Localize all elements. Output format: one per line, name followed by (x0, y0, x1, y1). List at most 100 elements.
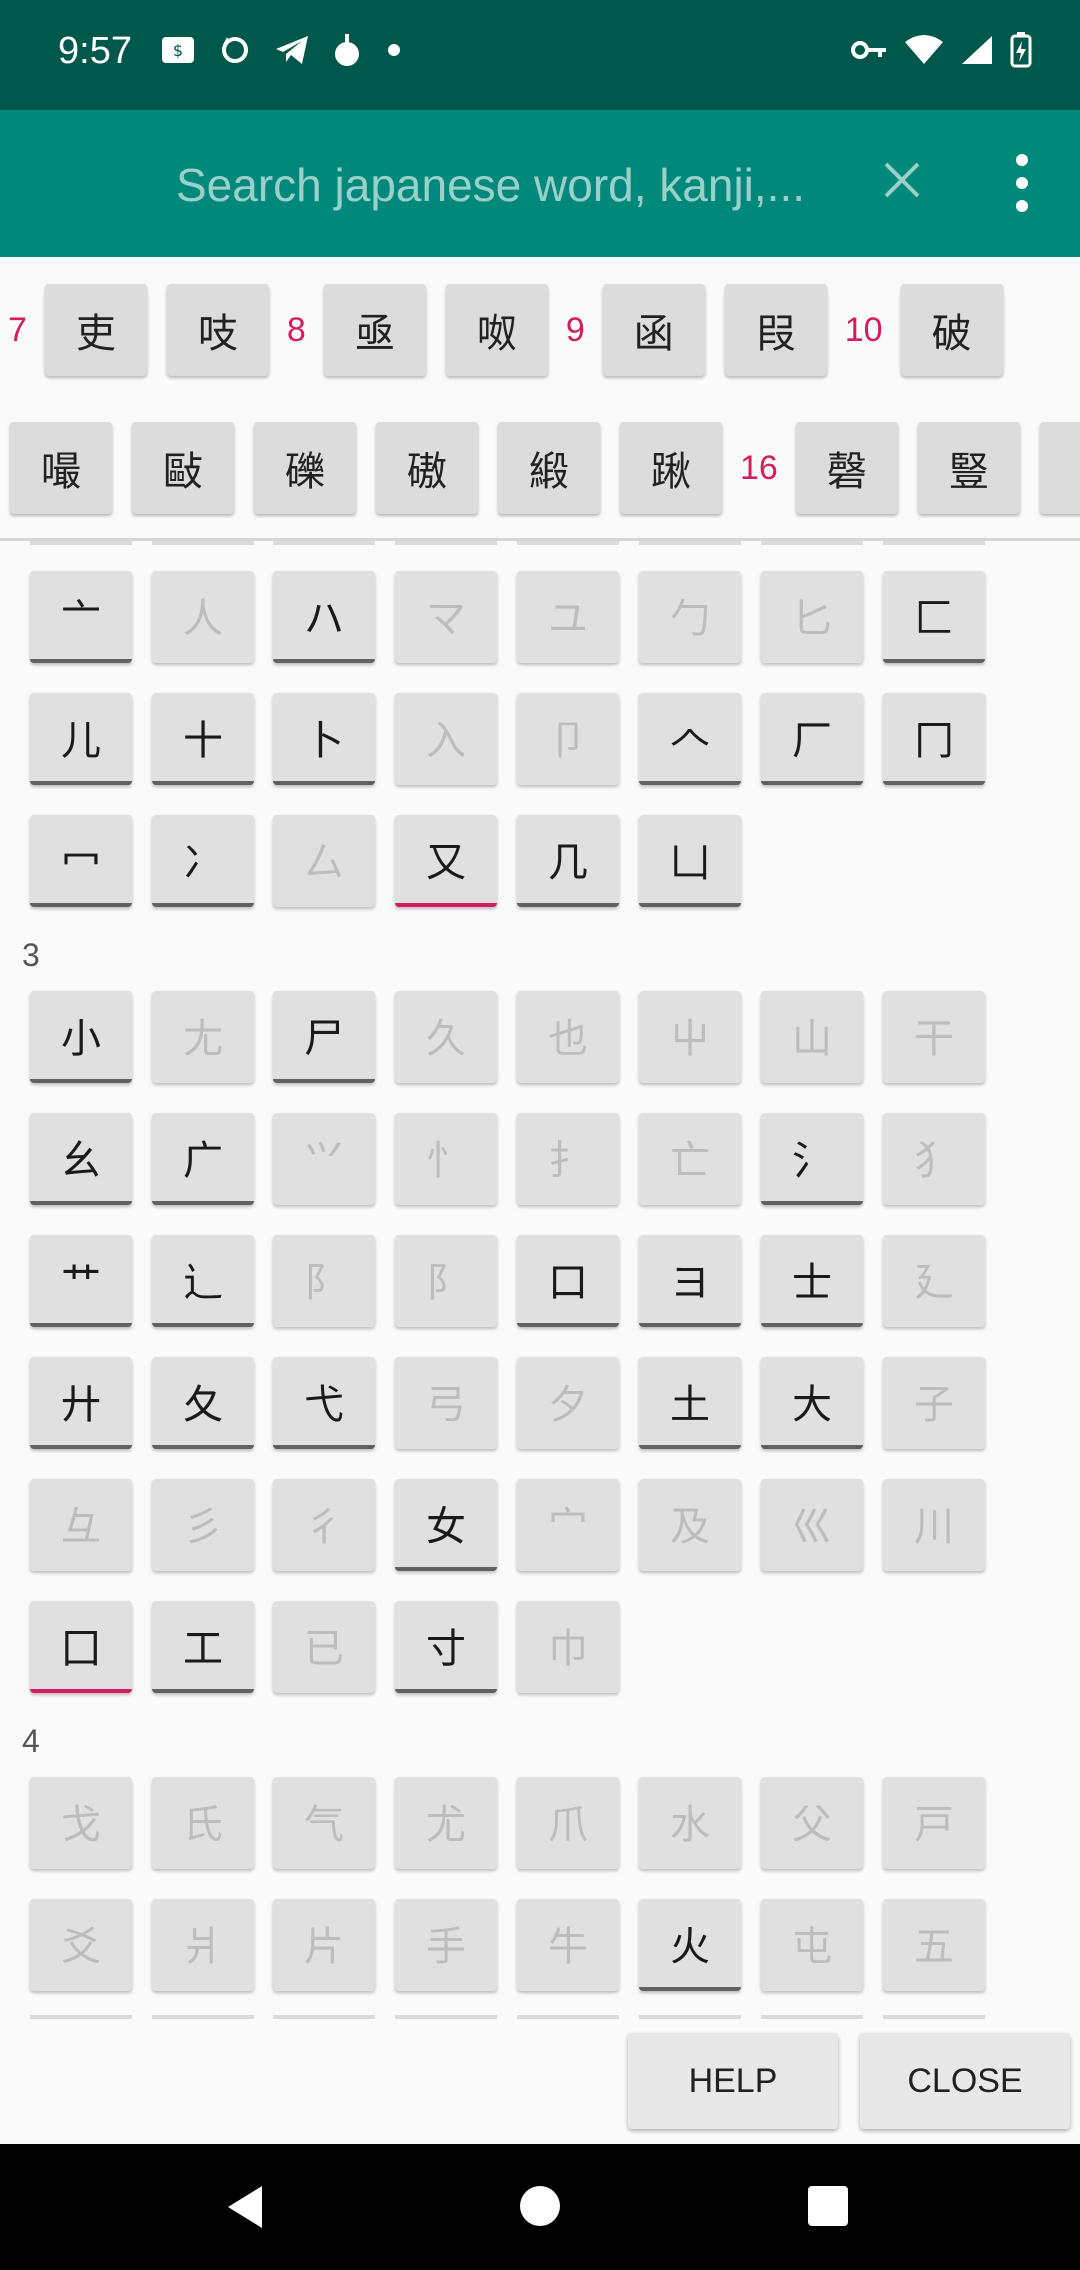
radical-button[interactable]: 人 (152, 571, 254, 663)
kanji-result-button[interactable]: 磬 (795, 422, 898, 514)
radical-button[interactable]: 忄 (395, 1113, 497, 1205)
radical-button[interactable]: 尸 (273, 991, 375, 1083)
radical-button[interactable]: 匚 (883, 571, 985, 663)
radical-button[interactable]: 尢 (152, 991, 254, 1083)
radical-button[interactable]: 彳 (273, 1479, 375, 1571)
radical-button[interactable]: 士 (761, 1235, 863, 1327)
kanji-result-button[interactable]: 緞 (498, 422, 600, 514)
radical-button[interactable]: 冖 (30, 815, 132, 907)
kanji-result-button[interactable]: 嘬 (10, 422, 112, 514)
radical-button[interactable]: 艹 (30, 1235, 132, 1327)
radical-button[interactable]: 凵 (639, 815, 741, 907)
radical-button[interactable]: 爿 (152, 1899, 254, 1991)
radical-button[interactable]: 阝 (273, 1235, 375, 1327)
radical-button[interactable]: 小 (30, 991, 132, 1083)
radical-button[interactable]: 巾 (517, 1601, 619, 1693)
radical-button[interactable]: 爻 (30, 1899, 132, 1991)
kanji-result-button[interactable]: 吏 (44, 284, 147, 376)
radical-button[interactable]: 片 (273, 1899, 375, 1991)
radical-button[interactable]: 扌 (517, 1113, 619, 1205)
clear-search-button[interactable] (872, 150, 932, 210)
radical-button-selected[interactable]: 囗 (30, 1601, 132, 1693)
radical-button[interactable]: 土 (639, 1357, 741, 1449)
kanji-result-button[interactable] (1039, 422, 1080, 514)
radical-button[interactable]: 夂 (152, 1357, 254, 1449)
radical-button[interactable]: 屮 (639, 991, 741, 1083)
kanji-result-button[interactable]: 吱 (166, 284, 269, 376)
radical-button[interactable]: 寸 (395, 1601, 497, 1693)
radical-button[interactable]: マ (395, 571, 497, 663)
radical-button[interactable]: 厶 (273, 815, 375, 907)
radical-button[interactable]: ヨ (639, 1235, 741, 1327)
radical-button[interactable]: 冫 (152, 815, 254, 907)
radical-button[interactable]: 夕 (517, 1357, 619, 1449)
radical-button[interactable]: 犭 (883, 1113, 985, 1205)
kanji-result-button[interactable]: 踿 (620, 422, 722, 514)
recents-icon[interactable] (808, 2186, 848, 2226)
radical-button[interactable]: 尤 (395, 1777, 497, 1869)
radical-button[interactable]: 卩 (517, 693, 619, 785)
radical-button[interactable]: 勹 (639, 571, 741, 663)
radical-button[interactable]: 手 (395, 1899, 497, 1991)
radical-button[interactable]: 五 (883, 1899, 985, 1991)
radical-button[interactable]: 牛 (517, 1899, 619, 1991)
radical-button[interactable]: 亡 (639, 1113, 741, 1205)
kanji-result-button[interactable]: 豎 (917, 422, 1020, 514)
radical-button[interactable]: 厂 (761, 693, 863, 785)
radical-button[interactable]: 广 (152, 1113, 254, 1205)
radical-button[interactable]: 戈 (30, 1777, 132, 1869)
radical-button[interactable]: 工 (152, 1601, 254, 1693)
radical-button[interactable]: 幺 (30, 1113, 132, 1205)
radical-button[interactable]: ⺍ (273, 1113, 375, 1205)
radical-button[interactable]: 弓 (395, 1357, 497, 1449)
kanji-result-button[interactable]: 亟 (323, 284, 426, 376)
close-button[interactable]: CLOSE (860, 2033, 1070, 2129)
radical-button[interactable]: 戸 (883, 1777, 985, 1869)
radical-button-selected[interactable]: 又 (395, 815, 497, 907)
radical-button[interactable]: 也 (517, 991, 619, 1083)
radical-button[interactable]: 阝 (395, 1235, 497, 1327)
kanji-result-button[interactable]: 敺 (132, 422, 234, 514)
radical-button[interactable]: 干 (883, 991, 985, 1083)
back-icon[interactable] (226, 2184, 266, 2230)
radical-button[interactable]: 川 (883, 1479, 985, 1571)
radical-button[interactable]: 亠 (30, 571, 132, 663)
radical-button[interactable]: 子 (883, 1357, 985, 1449)
radical-button[interactable]: 爪 (517, 1777, 619, 1869)
radical-button[interactable]: 宀 (517, 1479, 619, 1571)
radical-button[interactable]: 气 (273, 1777, 375, 1869)
radical-button[interactable]: 大 (761, 1357, 863, 1449)
radical-button[interactable]: 几 (517, 815, 619, 907)
kanji-result-button[interactable]: 函 (602, 284, 705, 376)
radical-button[interactable]: 及 (639, 1479, 741, 1571)
radical-button[interactable]: 辶 (152, 1235, 254, 1327)
radical-button[interactable]: 彑 (30, 1479, 132, 1571)
radical-button[interactable]: 廾 (30, 1357, 132, 1449)
radical-button[interactable]: 山 (761, 991, 863, 1083)
radical-button[interactable]: 卜 (273, 693, 375, 785)
radical-button[interactable]: 冂 (883, 693, 985, 785)
radical-button[interactable]: 弋 (273, 1357, 375, 1449)
kanji-result-button[interactable]: 礫 (254, 422, 356, 514)
radical-button[interactable]: 屯 (761, 1899, 863, 1991)
radical-button[interactable]: 巛 (761, 1479, 863, 1571)
kanji-result-button[interactable]: 破 (900, 284, 1003, 376)
home-icon[interactable] (520, 2186, 560, 2226)
kanji-result-button[interactable]: 叚 (724, 284, 827, 376)
radical-picker[interactable]: 亠人ハマユ勹匕匚儿十卜入卩 𠆢 厂冂冖冫厶又几凵 3 小尢尸久也屮山干幺广⺍忄扌亡氵犭艹… (0, 541, 1080, 2019)
more-options-button[interactable] (1000, 150, 1044, 216)
radical-button[interactable]: 水 (639, 1777, 741, 1869)
radical-button[interactable]: 氵 (761, 1113, 863, 1205)
radical-button[interactable]: 女 (395, 1479, 497, 1571)
radical-button[interactable]: 久 (395, 991, 497, 1083)
search-input[interactable]: Search japanese word, kanji,... (176, 158, 805, 212)
radical-button[interactable]: 匕 (761, 571, 863, 663)
kanji-results-row-2[interactable]: 嘬敺礫磝緞踿 16 磬豎 (0, 408, 1080, 528)
radical-button[interactable]: 𠆢 (639, 693, 741, 785)
radical-button[interactable]: 彡 (152, 1479, 254, 1571)
radical-button[interactable]: ハ (273, 571, 375, 663)
radical-button[interactable]: 火 (639, 1899, 741, 1991)
radical-button[interactable]: 父 (761, 1777, 863, 1869)
radical-button[interactable]: 儿 (30, 693, 132, 785)
radical-button[interactable]: 廴 (883, 1235, 985, 1327)
